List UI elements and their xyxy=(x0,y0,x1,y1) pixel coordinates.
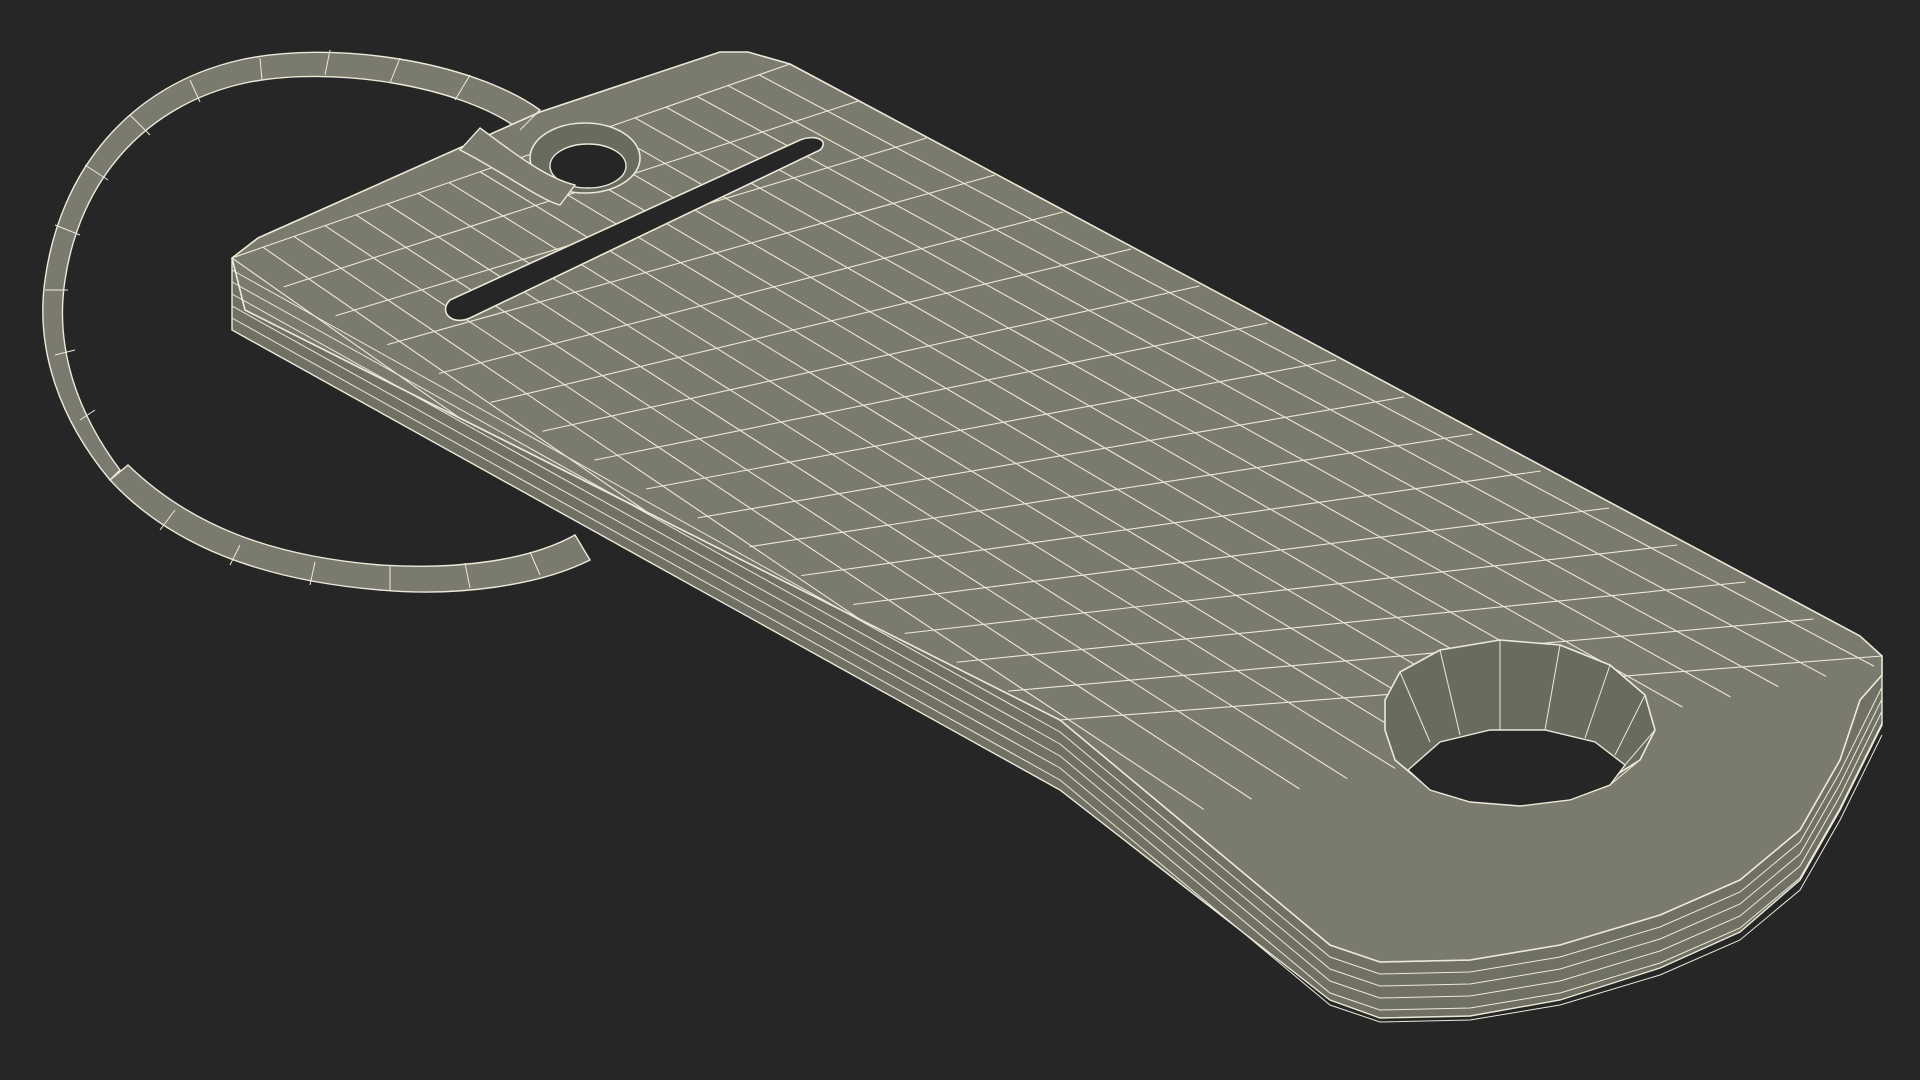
key-tag-object xyxy=(231,51,1883,1023)
wireframe-render xyxy=(42,49,1883,1023)
render-viewport xyxy=(0,0,1920,1080)
